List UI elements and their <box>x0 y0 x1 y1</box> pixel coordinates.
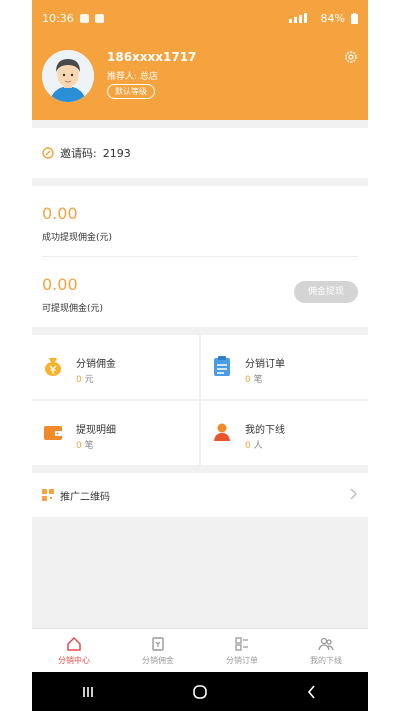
grid-item-orders[interactable]: 分销订单 0 笔 <box>201 335 368 399</box>
chevron-right-icon <box>350 488 357 500</box>
avatar-image <box>42 50 94 102</box>
clipboard-icon <box>214 356 230 376</box>
level-badge: 默认等级 <box>107 84 155 99</box>
success-commission-value: 0.00 <box>42 204 78 223</box>
tab-my-downline[interactable]: 我的下线 <box>284 629 368 673</box>
qrcode-icon <box>42 489 54 501</box>
tab-distribution-center[interactable]: 分销中心 <box>32 629 116 673</box>
success-commission-row: 0.00 成功提现佣金(元) <box>42 186 358 256</box>
gear-icon[interactable] <box>344 50 358 64</box>
grid-item-title: 我的下线 <box>245 425 285 436</box>
signal-icon <box>288 13 307 23</box>
user-icon <box>214 423 230 441</box>
tab-distribution-orders[interactable]: 分销订单 <box>200 629 284 673</box>
promo-label: 推广二维码 <box>60 491 110 503</box>
available-commission-label: 可提现佣金(元) <box>42 304 104 314</box>
tab-label: 分销订单 <box>226 656 258 665</box>
invite-code-row: 邀请码: 2193 <box>32 128 368 178</box>
withdraw-button[interactable]: 佣金提现 <box>294 281 358 303</box>
notification-icon <box>94 13 104 23</box>
grid-item-subtitle: 0 元 <box>76 375 94 385</box>
status-bar: 10:36 84% <box>32 0 368 36</box>
grid-item-downline[interactable]: 我的下线 0 人 <box>201 401 368 465</box>
tab-label: 分销中心 <box>58 656 90 665</box>
available-commission-value: 0.00 <box>42 275 78 294</box>
money-bag-icon <box>45 358 61 376</box>
orders-icon <box>235 637 248 651</box>
referrer-text: 推荐人: 总店 <box>107 72 158 82</box>
grid-item-withdraw-details[interactable]: 提现明细 0 笔 <box>32 401 199 465</box>
grid-item-subtitle: 0 笔 <box>76 441 94 451</box>
promo-qrcode-row[interactable]: 推广二维码 <box>32 473 368 517</box>
back-icon[interactable] <box>304 684 320 700</box>
bottom-tab-bar: 分销中心 分销佣金 分销订单 我的下线 <box>32 628 368 673</box>
available-commission-row: 0.00 可提现佣金(元) 佣金提现 <box>42 256 358 327</box>
tab-distribution-commission[interactable]: 分销佣金 <box>116 629 200 673</box>
avatar[interactable] <box>42 50 94 102</box>
wallet-icon <box>44 426 62 440</box>
gallery-icon <box>79 13 89 23</box>
grid-item-title: 分销佣金 <box>76 359 116 370</box>
status-time: 10:36 <box>42 11 74 25</box>
profile-header: 186xxxx1717 推荐人: 总店 默认等级 <box>32 36 368 120</box>
home-icon <box>67 636 81 651</box>
grid-item-subtitle: 0 笔 <box>245 375 263 385</box>
invite-code: 2193 <box>102 146 131 160</box>
grid-item-title: 提现明细 <box>76 425 116 436</box>
grid-item-title: 分销订单 <box>245 359 285 370</box>
home-button-icon[interactable] <box>192 684 208 700</box>
grid-item-subtitle: 0 人 <box>245 441 263 451</box>
battery-percent: 84% <box>320 11 345 25</box>
commission-stats: 0.00 成功提现佣金(元) 0.00 可提现佣金(元) 佣金提现 <box>32 186 368 327</box>
battery-icon <box>351 12 358 24</box>
commission-icon <box>152 637 164 651</box>
user-phone: 186xxxx1717 <box>107 50 197 64</box>
success-commission-label: 成功提现佣金(元) <box>42 233 113 243</box>
tab-label: 我的下线 <box>310 656 342 665</box>
system-nav-bar <box>32 672 368 711</box>
team-icon <box>318 637 334 651</box>
tab-label: 分销佣金 <box>142 656 174 665</box>
ticket-icon <box>42 147 54 159</box>
recent-apps-icon[interactable] <box>80 684 96 700</box>
grid-item-commission[interactable]: 分销佣金 0 元 <box>32 335 199 399</box>
phone-screen: 10:36 84% 186xxxx1717 推荐人: 总店 默认等级 邀请码: … <box>32 0 368 711</box>
invite-label: 邀请码: <box>60 147 97 160</box>
feature-grid: 分销佣金 0 元 分销订单 0 笔 提现明细 0 笔 我的下线 0 人 <box>32 335 368 465</box>
